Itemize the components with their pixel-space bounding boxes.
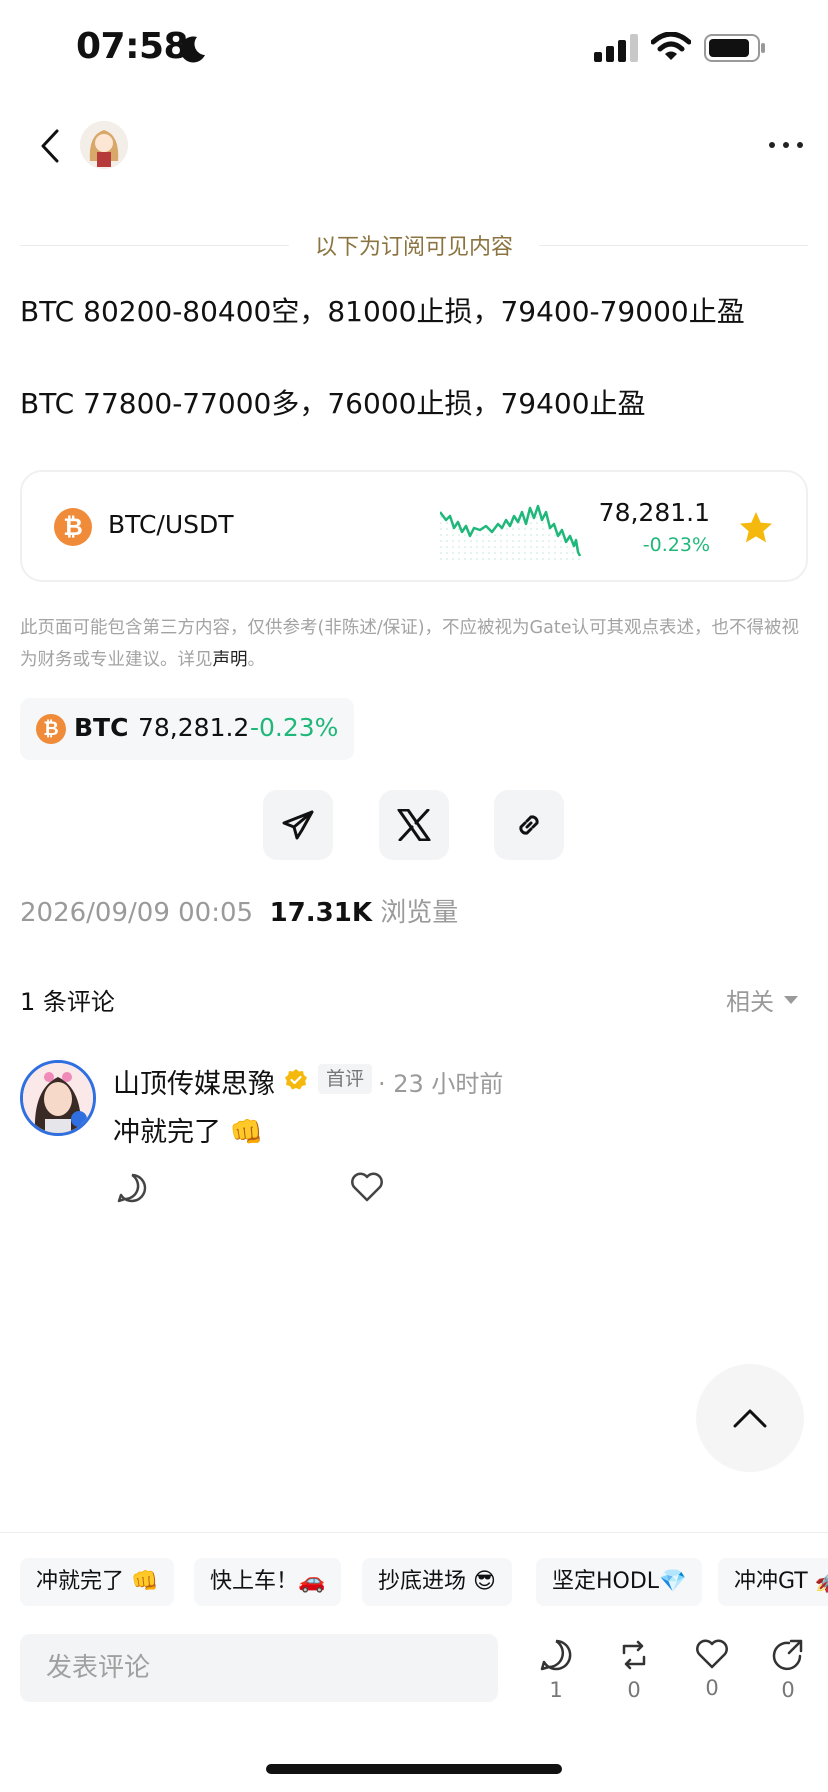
comment-input[interactable]	[20, 1634, 498, 1702]
btc-ticker-chip[interactable]: ₿ BTC 78,281.2 -0.23%	[20, 698, 354, 760]
quick-reply-chip[interactable]: 坚定HODL💎	[536, 1558, 703, 1606]
quick-reply-chip[interactable]: 冲就完了 👊	[20, 1558, 175, 1606]
moon-icon	[180, 36, 205, 63]
ticker-symbol: BTC	[74, 713, 129, 742]
comment-icon	[540, 1639, 572, 1671]
commenter-avatar[interactable]	[20, 1060, 96, 1136]
disclaimer-link[interactable]: 声明	[213, 650, 248, 670]
post-text-line: BTC 77800-77000多，76000止损，79400止盈	[20, 387, 646, 420]
card-change: -0.23%	[642, 534, 710, 556]
repost-action-button[interactable]: 0	[608, 1638, 660, 1702]
subscription-label: 以下为订阅可见内容	[315, 235, 514, 260]
quick-reply-chip[interactable]: 抄底进场 😎	[362, 1558, 512, 1606]
bitcoin-icon: ₿	[54, 508, 92, 546]
ticker-change: -0.23%	[250, 713, 339, 742]
comment-author[interactable]: 山顶传媒思豫	[113, 1062, 275, 1101]
chevron-up-icon	[733, 1409, 767, 1428]
quick-reply-chip[interactable]: 冲冲GT 🚀	[718, 1558, 828, 1606]
comments-count-value: 1	[549, 1678, 563, 1702]
comment-like-icon[interactable]	[350, 1172, 384, 1202]
status-time: 07:58	[76, 26, 189, 67]
back-button[interactable]	[30, 122, 70, 170]
share-count-value: 0	[781, 1678, 795, 1702]
first-comment-tag: 首评	[318, 1064, 373, 1094]
favorite-star-icon[interactable]	[738, 510, 774, 546]
post-meta: 2026/09/09 00:05 17.31K 浏览量	[20, 892, 458, 929]
post-date: 2026/09/09 00:05	[20, 898, 254, 928]
heart-icon	[696, 1639, 728, 1669]
divider-line	[20, 244, 289, 246]
more-dot-icon	[769, 142, 775, 148]
link-icon	[519, 815, 539, 835]
wifi-icon	[651, 32, 691, 60]
author-avatar[interactable]	[80, 121, 128, 169]
sort-label: 相关	[726, 988, 774, 1016]
ticker-price: 78,281.2	[138, 713, 250, 742]
signal-icon	[594, 34, 638, 62]
battery-icon	[704, 34, 765, 62]
card-price: 78,281.1	[598, 498, 710, 527]
market-card-btc-usdt[interactable]: ₿ BTC/USDT 78,281.1 -0.23%	[20, 470, 808, 582]
disclaimer-text: 此页面可能包含第三方内容，仅供参考(非陈述/保证)，不应被视为Gate认可其观点…	[20, 612, 810, 676]
disclaimer-body: 此页面可能包含第三方内容，仅供参考(非陈述/保证)，不应被视为Gate认可其观点…	[20, 618, 799, 670]
repost-icon	[622, 1640, 646, 1670]
bitcoin-icon: ₿	[36, 714, 66, 744]
x-icon	[397, 809, 431, 841]
repost-count-value: 0	[627, 1678, 641, 1702]
copy-link-button[interactable]	[494, 790, 564, 860]
more-dot-icon	[783, 142, 789, 148]
post-detail-page: 07:58 以下为订阅可见内容 BTC 80200-80400空，81000止损…	[0, 0, 828, 1792]
commenter-photo-icon	[23, 1063, 93, 1133]
disclaimer-suffix: 。	[247, 650, 266, 670]
status-bar: 07:58	[0, 0, 828, 100]
share-x-button[interactable]	[379, 790, 449, 860]
comments-count: 1 条评论	[20, 988, 115, 1016]
quick-reply-chip[interactable]: 快上车！🚗	[194, 1558, 342, 1606]
like-count-value: 0	[705, 1676, 719, 1700]
share-icon	[772, 1639, 803, 1671]
comment-time: · 23 小时前	[378, 1070, 504, 1098]
comment-text: 冲就完了 👊	[113, 1117, 264, 1148]
telegram-icon	[282, 810, 314, 840]
home-indicator	[266, 1764, 562, 1774]
caret-down-icon	[784, 995, 798, 1004]
comment-reply-icon[interactable]	[116, 1172, 148, 1204]
comments-sort-dropdown[interactable]: 相关	[726, 982, 798, 1017]
divider-line	[539, 244, 809, 246]
comments-action-button[interactable]: 1	[530, 1638, 582, 1702]
more-options-button[interactable]	[760, 130, 812, 160]
verified-badge-icon	[285, 1069, 307, 1090]
views-label: 浏览量	[380, 898, 459, 928]
chevron-left-icon	[41, 129, 59, 163]
post-text-line: BTC 80200-80400空，81000止损，79400-79000止盈	[20, 295, 745, 328]
share-telegram-button[interactable]	[263, 790, 333, 860]
view-count: 17.31K	[269, 898, 372, 928]
pair-label: BTC/USDT	[108, 510, 234, 539]
scroll-to-top-button[interactable]	[696, 1364, 804, 1472]
subscription-divider: 以下为订阅可见内容	[20, 230, 809, 260]
bottom-divider	[0, 1532, 828, 1533]
share-action-button[interactable]: 0	[762, 1638, 814, 1702]
like-action-button[interactable]: 0	[686, 1638, 738, 1700]
more-dot-icon	[797, 142, 803, 148]
avatar-illustration-icon	[80, 121, 128, 169]
price-sparkline	[440, 504, 582, 562]
